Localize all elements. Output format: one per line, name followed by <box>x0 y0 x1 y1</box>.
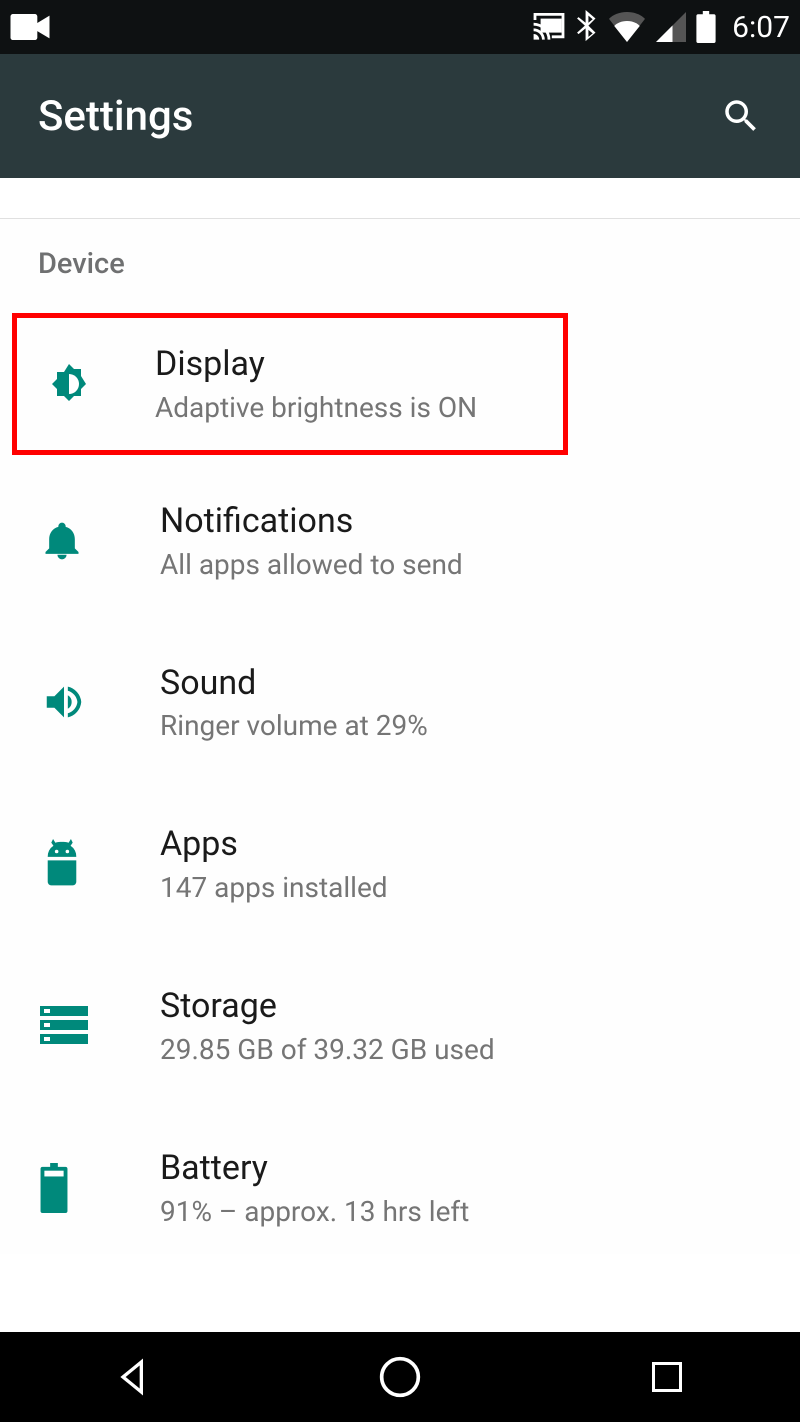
highlight-annotation: Display Adaptive brightness is ON <box>12 313 568 455</box>
item-title: Sound <box>160 663 800 704</box>
item-title: Storage <box>160 986 800 1027</box>
settings-item-battery[interactable]: Battery 91% – approx. 13 hrs left <box>0 1122 800 1254</box>
battery-icon <box>40 1163 68 1213</box>
wifi-icon <box>608 12 646 42</box>
item-subtitle: 147 apps installed <box>160 871 800 904</box>
android-icon <box>40 839 84 889</box>
volume-icon <box>40 679 88 725</box>
navigation-bar <box>0 1332 800 1422</box>
video-icon <box>10 14 50 40</box>
settings-item-sound[interactable]: Sound Ringer volume at 29% <box>0 637 800 769</box>
recent-apps-button[interactable] <box>642 1352 692 1402</box>
status-bar: 6:07 <box>0 0 800 54</box>
item-subtitle: Adaptive brightness is ON <box>155 391 563 424</box>
home-button[interactable] <box>375 1352 425 1402</box>
status-time: 6:07 <box>732 10 790 45</box>
item-subtitle: 29.85 GB of 39.32 GB used <box>160 1033 800 1066</box>
item-title: Apps <box>160 824 800 865</box>
bluetooth-icon <box>576 10 598 44</box>
page-title: Settings <box>38 92 193 141</box>
item-title: Notifications <box>160 501 800 542</box>
settings-list: Device Display Adaptive brightness is ON… <box>0 218 800 1254</box>
search-icon[interactable] <box>720 95 762 137</box>
item-subtitle: All apps allowed to send <box>160 548 800 581</box>
settings-item-notifications[interactable]: Notifications All apps allowed to send <box>0 475 800 607</box>
settings-item-apps[interactable]: Apps 147 apps installed <box>0 798 800 930</box>
storage-icon <box>40 1006 88 1046</box>
back-button[interactable] <box>108 1352 158 1402</box>
settings-item-storage[interactable]: Storage 29.85 GB of 39.32 GB used <box>0 960 800 1092</box>
brightness-icon <box>45 360 93 408</box>
bell-icon <box>40 517 84 565</box>
settings-item-display[interactable]: Display Adaptive brightness is ON <box>17 318 563 450</box>
item-title: Battery <box>160 1148 800 1189</box>
item-subtitle: 91% – approx. 13 hrs left <box>160 1195 800 1228</box>
cell-signal-icon <box>656 12 686 42</box>
item-subtitle: Ringer volume at 29% <box>160 709 800 742</box>
cast-icon <box>532 13 566 41</box>
section-header: Device <box>0 219 800 291</box>
item-title: Display <box>155 344 563 385</box>
battery-icon <box>696 11 716 43</box>
app-bar: Settings <box>0 54 800 178</box>
